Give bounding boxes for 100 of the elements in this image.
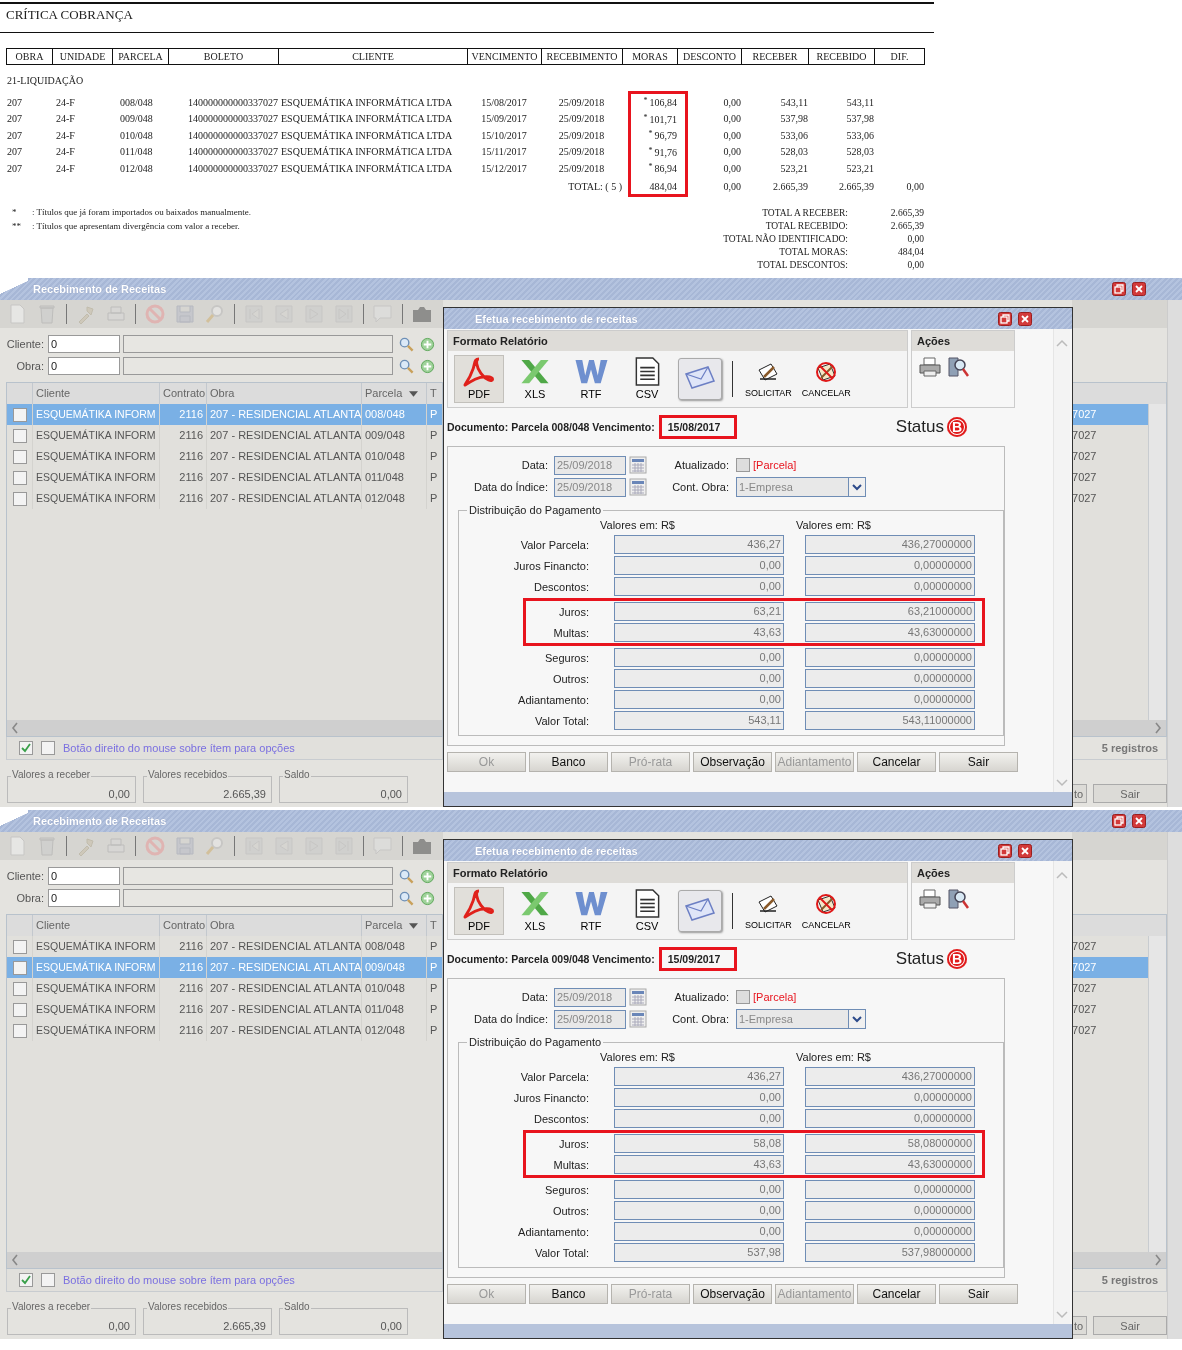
checkbox[interactable] bbox=[736, 458, 750, 472]
printer-icon[interactable] bbox=[918, 355, 942, 379]
close-icon[interactable] bbox=[1132, 814, 1146, 828]
format-button[interactable]: XLS bbox=[510, 887, 560, 935]
close-icon[interactable] bbox=[1018, 311, 1032, 326]
restore-icon[interactable] bbox=[1112, 282, 1126, 296]
caret-icon[interactable] bbox=[409, 391, 418, 397]
format-button[interactable]: PDF bbox=[454, 355, 504, 403]
input-field[interactable] bbox=[123, 867, 393, 885]
search-icon[interactable] bbox=[204, 303, 226, 325]
scrollbar[interactable] bbox=[1072, 720, 1166, 736]
scroll-up-icon[interactable] bbox=[1056, 871, 1068, 879]
date-field[interactable]: 25/09/2018 bbox=[554, 455, 626, 475]
magnifier-icon[interactable] bbox=[946, 887, 970, 911]
scrollbar[interactable] bbox=[1167, 832, 1182, 1339]
checkbox[interactable] bbox=[12, 407, 27, 422]
stop-icon[interactable] bbox=[144, 303, 166, 325]
button[interactable]: Banco bbox=[529, 752, 608, 772]
checkbox[interactable] bbox=[12, 1002, 27, 1017]
button[interactable]: Sair bbox=[1093, 784, 1167, 803]
format-button[interactable] bbox=[678, 890, 722, 932]
checkbox[interactable] bbox=[19, 1273, 33, 1287]
checkbox[interactable] bbox=[12, 491, 27, 506]
button[interactable]: Observação bbox=[693, 1284, 772, 1304]
input-field[interactable]: 0 bbox=[48, 867, 120, 885]
checkbox[interactable] bbox=[12, 470, 27, 485]
checkbox[interactable] bbox=[12, 449, 27, 464]
close-icon[interactable] bbox=[1132, 282, 1146, 296]
checkbox[interactable] bbox=[12, 428, 27, 443]
checkbox[interactable] bbox=[12, 960, 27, 975]
save-icon[interactable] bbox=[174, 835, 196, 857]
scrollbar[interactable] bbox=[1148, 404, 1166, 720]
scroll-right-icon[interactable] bbox=[1154, 722, 1162, 734]
checkbox[interactable] bbox=[12, 1023, 27, 1038]
format-button[interactable]: RTF bbox=[566, 355, 616, 403]
scrollbar[interactable] bbox=[7, 1252, 442, 1268]
button[interactable]: Cancelar bbox=[857, 1284, 936, 1304]
scrollbar[interactable] bbox=[1167, 300, 1182, 807]
date-field[interactable]: 25/09/2018 bbox=[554, 477, 626, 497]
trash-icon[interactable] bbox=[36, 835, 58, 857]
action-button[interactable]: SOLICITAR bbox=[743, 892, 794, 930]
button[interactable]: Banco bbox=[529, 1284, 608, 1304]
format-button[interactable]: CSV bbox=[622, 887, 672, 935]
calendar-icon[interactable] bbox=[629, 456, 647, 474]
input-field[interactable]: 0 bbox=[48, 335, 120, 353]
restore-icon[interactable] bbox=[998, 843, 1012, 858]
scroll-right-icon[interactable] bbox=[1154, 1254, 1162, 1266]
checkbox[interactable] bbox=[19, 741, 33, 755]
column-header[interactable]: Parcela bbox=[362, 915, 427, 936]
input-field[interactable] bbox=[123, 335, 393, 353]
input-field[interactable]: 0 bbox=[48, 357, 120, 375]
checkbox[interactable] bbox=[12, 981, 27, 996]
column-header[interactable]: Obra bbox=[207, 915, 362, 936]
format-button[interactable]: RTF bbox=[566, 887, 616, 935]
scroll-down-icon[interactable] bbox=[1056, 1311, 1068, 1319]
action-button[interactable]: CANCELAR bbox=[799, 892, 853, 930]
button[interactable]: Sair bbox=[1093, 1316, 1167, 1335]
printer-icon[interactable] bbox=[918, 887, 942, 911]
add-icon[interactable] bbox=[420, 358, 435, 374]
column-header[interactable]: Contrato bbox=[160, 915, 207, 936]
checkbox[interactable] bbox=[41, 741, 55, 755]
format-button[interactable]: XLS bbox=[510, 355, 560, 403]
button[interactable]: Cancelar bbox=[857, 752, 936, 772]
add-icon[interactable] bbox=[420, 868, 435, 884]
date-field[interactable]: 25/09/2018 bbox=[554, 987, 626, 1007]
format-button[interactable]: CSV bbox=[622, 355, 672, 403]
format-button[interactable] bbox=[678, 358, 722, 400]
search-icon[interactable] bbox=[204, 835, 226, 857]
calendar-icon[interactable] bbox=[629, 988, 647, 1006]
caret-icon[interactable] bbox=[409, 923, 418, 929]
scroll-down-icon[interactable] bbox=[1056, 779, 1068, 787]
column-header[interactable]: Cliente bbox=[33, 915, 160, 936]
scrollbar[interactable] bbox=[1053, 861, 1070, 1324]
checkbox[interactable] bbox=[12, 939, 27, 954]
calendar-icon[interactable] bbox=[629, 478, 647, 496]
input-field[interactable] bbox=[123, 357, 393, 375]
format-button[interactable]: PDF bbox=[454, 887, 504, 935]
scroll-up-icon[interactable] bbox=[1056, 339, 1068, 347]
scrollbar[interactable] bbox=[1053, 329, 1070, 792]
stop-icon[interactable] bbox=[144, 835, 166, 857]
magnifier-icon[interactable] bbox=[946, 355, 970, 379]
search-icon[interactable] bbox=[399, 890, 414, 906]
calendar-icon[interactable] bbox=[629, 1010, 647, 1028]
button[interactable]: Sair bbox=[939, 1284, 1018, 1304]
scroll-left-icon[interactable] bbox=[11, 722, 19, 734]
scrollbar[interactable] bbox=[1148, 936, 1166, 1252]
search-icon[interactable] bbox=[399, 868, 414, 884]
input-field[interactable] bbox=[123, 889, 393, 907]
date-field[interactable]: 25/09/2018 bbox=[554, 1009, 626, 1029]
add-icon[interactable] bbox=[420, 336, 435, 352]
restore-icon[interactable] bbox=[998, 311, 1012, 326]
scroll-left-icon[interactable] bbox=[11, 1254, 19, 1266]
button[interactable]: Sair bbox=[939, 752, 1018, 772]
input-field[interactable]: 0 bbox=[48, 889, 120, 907]
scrollbar[interactable] bbox=[7, 720, 442, 736]
restore-icon[interactable] bbox=[1112, 814, 1126, 828]
action-button[interactable]: SOLICITAR bbox=[743, 360, 794, 398]
checkbox[interactable] bbox=[736, 990, 750, 1004]
button[interactable]: Observação bbox=[693, 752, 772, 772]
action-button[interactable]: CANCELAR bbox=[799, 360, 853, 398]
